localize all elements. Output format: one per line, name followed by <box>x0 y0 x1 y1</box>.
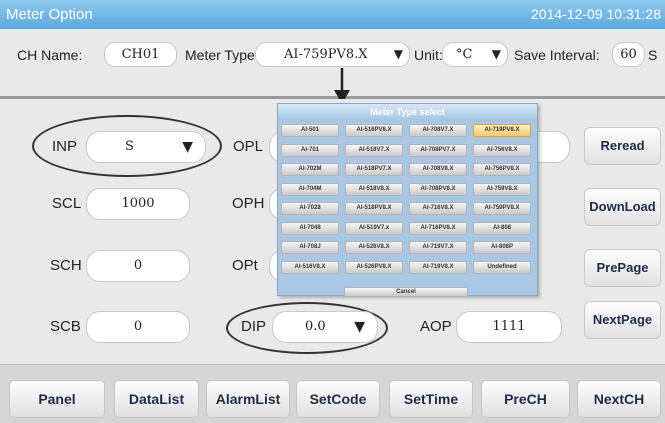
opl-label: OPL <box>233 138 264 155</box>
dip-label: DIP <box>241 318 267 335</box>
aop-field[interactable]: 1111 <box>456 311 562 343</box>
chevron-down-icon: ▼ <box>491 47 501 61</box>
meter-type-option[interactable]: AI-518PV8.X <box>345 202 403 215</box>
meter-type-option[interactable]: AI-759PV8.X <box>473 202 531 215</box>
meter-type-option[interactable]: AI-516PV8.X <box>345 124 403 137</box>
meter-type-option[interactable]: AI-7028 <box>281 202 339 215</box>
meter-type-option[interactable]: AI-526PV8.X <box>345 260 403 274</box>
dip-select[interactable]: 0.0 ▼ <box>272 311 378 343</box>
unit-select[interactable]: °C ▼ <box>442 42 508 67</box>
meter-type-option[interactable]: AI-519V7.x <box>345 221 403 235</box>
unit-value: °C <box>456 47 473 62</box>
meter-type-option[interactable]: AI-518PV7.X <box>345 163 403 176</box>
meter-type-value: AI-759PV8.X <box>284 47 368 62</box>
meter-type-option[interactable]: AI-808P <box>473 241 531 254</box>
meter-type-option[interactable]: AI-501 <box>281 124 339 137</box>
meter-type-option[interactable]: AI-808 <box>473 221 531 235</box>
meter-type-option[interactable]: AI-701 <box>281 143 339 157</box>
meter-type-option[interactable]: AI-708V7.X <box>409 124 467 137</box>
meter-type-option[interactable]: AI-756V8.X <box>473 143 531 157</box>
download-button[interactable]: DownLoad <box>584 188 661 226</box>
meter-type-option[interactable]: AI-7048 <box>281 221 339 235</box>
save-interval-label: Save Interval: <box>514 47 600 63</box>
alarmlist-button[interactable]: AlarmList <box>206 380 290 418</box>
meter-type-label: Meter Type: <box>185 47 259 63</box>
meter-type-option[interactable]: AI-719V7.X <box>409 241 467 254</box>
inp-value: S <box>125 139 134 154</box>
meter-type-option[interactable]: AI-708V8.X <box>409 163 467 176</box>
meter-type-option[interactable]: AI-518V7.X <box>345 143 403 157</box>
meter-type-option[interactable]: AI-708J <box>281 241 339 254</box>
datetime-display: 2014-12-09 10:31:28 <box>531 6 661 22</box>
window-title: Meter Option <box>6 6 93 23</box>
scb-label: SCB <box>50 318 81 335</box>
inp-select[interactable]: S ▼ <box>86 131 206 163</box>
meter-type-option[interactable]: Undefined <box>473 260 531 274</box>
popup-title: Meter Type select <box>278 104 537 121</box>
chevron-down-icon: ▼ <box>354 319 365 335</box>
panel-button[interactable]: Panel <box>9 380 105 418</box>
meter-type-option[interactable]: AI-759V8.X <box>473 182 531 196</box>
datalist-button[interactable]: DataList <box>114 380 199 418</box>
meter-type-option[interactable]: AI-716V8.X <box>409 202 467 215</box>
prepage-button[interactable]: PrePage <box>584 249 661 287</box>
title-bar: Meter Option 2014-12-09 10:31:28 <box>0 0 665 29</box>
nextch-button[interactable]: NextCH <box>577 380 661 418</box>
reread-button[interactable]: Reread <box>584 127 661 165</box>
cancel-button[interactable]: Cancel <box>344 287 468 297</box>
meter-type-option[interactable]: AI-756PV8.X <box>473 163 531 176</box>
meter-type-option[interactable]: AI-708PV8.X <box>409 182 467 196</box>
meter-type-option[interactable]: AI-719PV8.X <box>473 124 531 137</box>
chevron-down-icon: ▼ <box>393 47 403 61</box>
meter-type-option[interactable]: AI-518V8.X <box>345 182 403 196</box>
meter-type-popup: Meter Type select AI-501 AI-516PV8.X AI-70… <box>277 103 538 297</box>
save-interval-field[interactable]: 60 <box>612 42 645 67</box>
scb-field[interactable]: 0 <box>86 311 190 343</box>
chevron-down-icon: ▼ <box>182 139 193 155</box>
inp-label: INP <box>52 138 78 155</box>
ch-name-field[interactable]: CH01 <box>104 42 177 67</box>
meter-type-option[interactable]: AI-719V8.X <box>409 260 467 274</box>
bottom-nav-bar: Panel DataList AlarmList SetCode SetTime… <box>0 364 665 423</box>
prech-button[interactable]: PreCH <box>481 380 570 418</box>
meter-type-option[interactable]: AI-702M <box>281 163 339 176</box>
meter-type-option[interactable]: AI-704M <box>281 182 339 196</box>
sch-label: SCH <box>50 257 82 274</box>
unit-label: Unit: <box>414 47 443 63</box>
aop-label: AOP <box>420 318 452 335</box>
nextpage-button[interactable]: NextPage <box>584 301 661 339</box>
meter-type-option[interactable]: AI-516V8.X <box>281 260 339 274</box>
save-interval-unit: S <box>648 47 658 63</box>
meter-type-select[interactable]: AI-759PV8.X ▼ <box>255 42 410 67</box>
sch-field[interactable]: 0 <box>86 250 190 282</box>
settime-button[interactable]: SetTime <box>389 380 473 418</box>
scl-field[interactable]: 1000 <box>86 188 190 220</box>
ch-name-label: CH Name: <box>17 47 83 63</box>
setcode-button[interactable]: SetCode <box>296 380 380 418</box>
meter-type-option[interactable]: AI-526V8.X <box>345 241 403 254</box>
scl-label: SCL <box>52 195 82 212</box>
dip-value: 0.0 <box>305 319 326 334</box>
oph-label: OPH <box>232 195 265 212</box>
meter-type-option[interactable]: AI-716PV8.X <box>409 221 467 235</box>
opt-label: OPt <box>232 257 258 274</box>
meter-type-option[interactable]: AI-708PV7.X <box>409 143 467 157</box>
